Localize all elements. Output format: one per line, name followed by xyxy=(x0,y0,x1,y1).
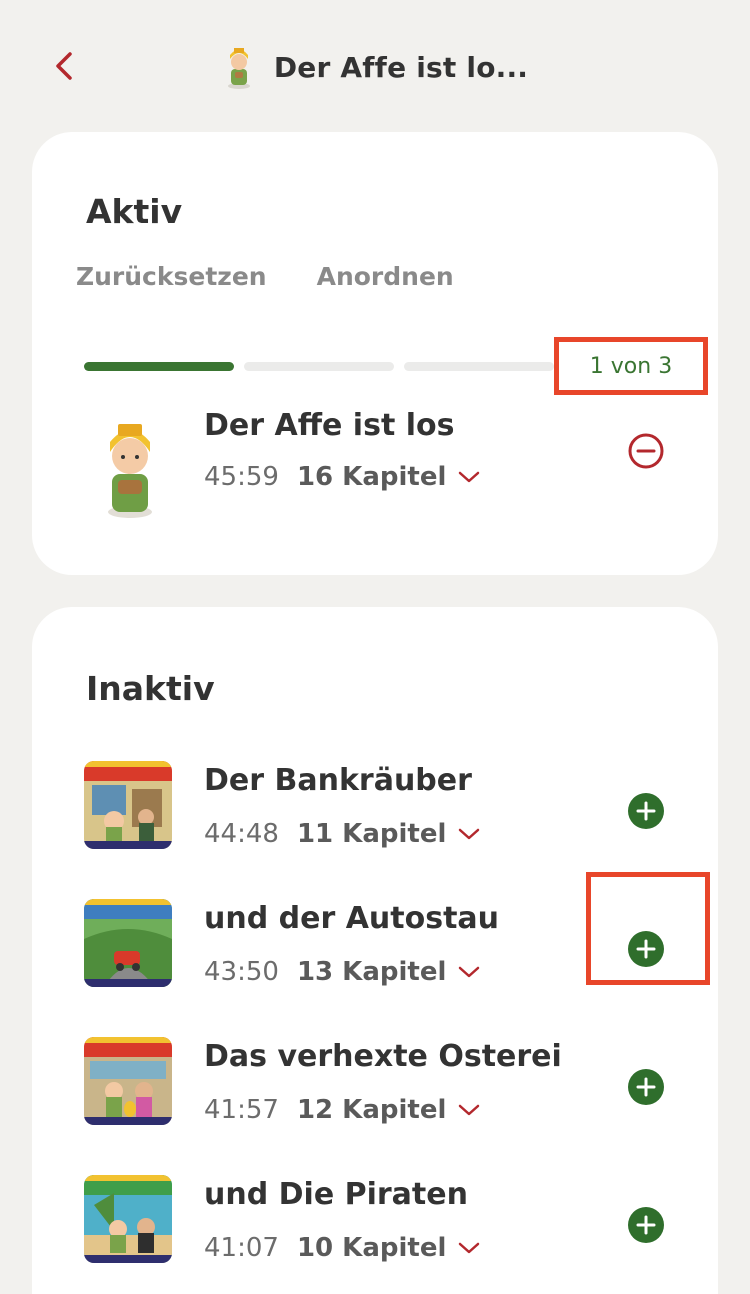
progress-indicator xyxy=(84,362,554,371)
arrange-button[interactable]: Anordnen xyxy=(317,262,454,291)
tonie-figure-thumbnail xyxy=(108,424,152,518)
active-section-title: Aktiv xyxy=(86,192,183,231)
plus-circle-icon[interactable] xyxy=(626,1205,666,1245)
inactive-item-row: Der Bankräuber 44:48 11 Kapitel xyxy=(32,757,718,867)
item-title: Das verhexte Osterei xyxy=(204,1039,562,1074)
item-duration: 41:07 xyxy=(204,1233,279,1263)
chapters-count: 13 Kapitel xyxy=(296,957,447,987)
chapters-toggle[interactable]: 16 Kapitel xyxy=(297,462,480,492)
progress-segment xyxy=(84,362,234,371)
chapters-toggle[interactable]: 10 Kapitel xyxy=(297,1233,480,1263)
header: Der Affe ist lo... xyxy=(0,0,750,130)
app-screen: Der Affe ist lo... Aktiv Zurücksetzen An… xyxy=(0,0,750,1294)
chapters-toggle[interactable]: 12 Kapitel xyxy=(297,1095,480,1125)
chapters-count: 12 Kapitel xyxy=(296,1095,447,1125)
plus-circle-icon[interactable] xyxy=(626,1067,666,1107)
item-meta: 45:59 16 Kapitel xyxy=(204,462,480,492)
reset-button[interactable]: Zurücksetzen xyxy=(76,262,267,291)
page-title: Der Affe ist lo... xyxy=(273,50,529,84)
active-item-row: Der Affe ist los 45:59 16 Kapitel xyxy=(32,392,718,518)
album-cover-thumbnail xyxy=(84,1175,172,1263)
active-section-card: Aktiv Zurücksetzen Anordnen 1 von 3 Der … xyxy=(32,132,718,575)
album-cover-thumbnail xyxy=(84,1037,172,1125)
header-title-group: Der Affe ist lo... xyxy=(0,40,750,94)
chevron-down-icon xyxy=(459,471,480,483)
item-duration: 43:50 xyxy=(204,957,279,987)
item-title: Der Affe ist los xyxy=(204,408,455,443)
item-meta: 41:07 10 Kapitel xyxy=(204,1233,480,1263)
item-duration: 45:59 xyxy=(204,462,279,492)
progress-segment xyxy=(244,362,394,371)
plus-circle-icon[interactable] xyxy=(626,791,666,831)
inactive-item-row: und der Autostau 43:50 13 Kapitel xyxy=(32,872,718,1005)
album-cover-thumbnail xyxy=(84,761,172,849)
chevron-down-icon xyxy=(459,828,480,840)
inactive-section-card: Inaktiv Der Bankräuber 44:48 11 Kapitel xyxy=(32,607,718,1294)
chapters-count: 10 Kapitel xyxy=(296,1233,447,1263)
active-actions: Zurücksetzen Anordnen xyxy=(76,262,454,291)
chevron-down-icon xyxy=(459,966,480,978)
tonie-figure-icon xyxy=(227,48,250,89)
item-title: und der Autostau xyxy=(204,901,500,936)
progress-counter-highlight: 1 von 3 xyxy=(554,337,708,395)
item-meta: 41:57 12 Kapitel xyxy=(204,1095,480,1125)
inactive-section-title: Inaktiv xyxy=(86,669,215,708)
item-duration: 44:48 xyxy=(204,819,279,849)
album-cover-thumbnail xyxy=(84,899,172,987)
item-meta: 43:50 13 Kapitel xyxy=(204,957,480,987)
item-title: Der Bankräuber xyxy=(204,763,472,798)
inactive-item-row: und Die Piraten 41:07 10 Kapitel xyxy=(32,1171,718,1281)
chapters-toggle[interactable]: 13 Kapitel xyxy=(297,957,480,987)
chapters-toggle[interactable]: 11 Kapitel xyxy=(297,819,480,849)
progress-segment xyxy=(404,362,554,371)
chapters-count: 11 Kapitel xyxy=(296,819,447,849)
chevron-down-icon xyxy=(459,1104,480,1116)
minus-circle-icon[interactable] xyxy=(626,431,666,471)
chapters-count: 16 Kapitel xyxy=(296,462,447,492)
progress-counter: 1 von 3 xyxy=(589,353,673,379)
add-button-highlight xyxy=(586,872,710,985)
inactive-item-row: Das verhexte Osterei 41:57 12 Kapitel xyxy=(32,1033,718,1143)
item-title: und Die Piraten xyxy=(204,1177,468,1212)
chevron-down-icon xyxy=(459,1242,480,1254)
item-duration: 41:57 xyxy=(204,1095,279,1125)
item-meta: 44:48 11 Kapitel xyxy=(204,819,480,849)
